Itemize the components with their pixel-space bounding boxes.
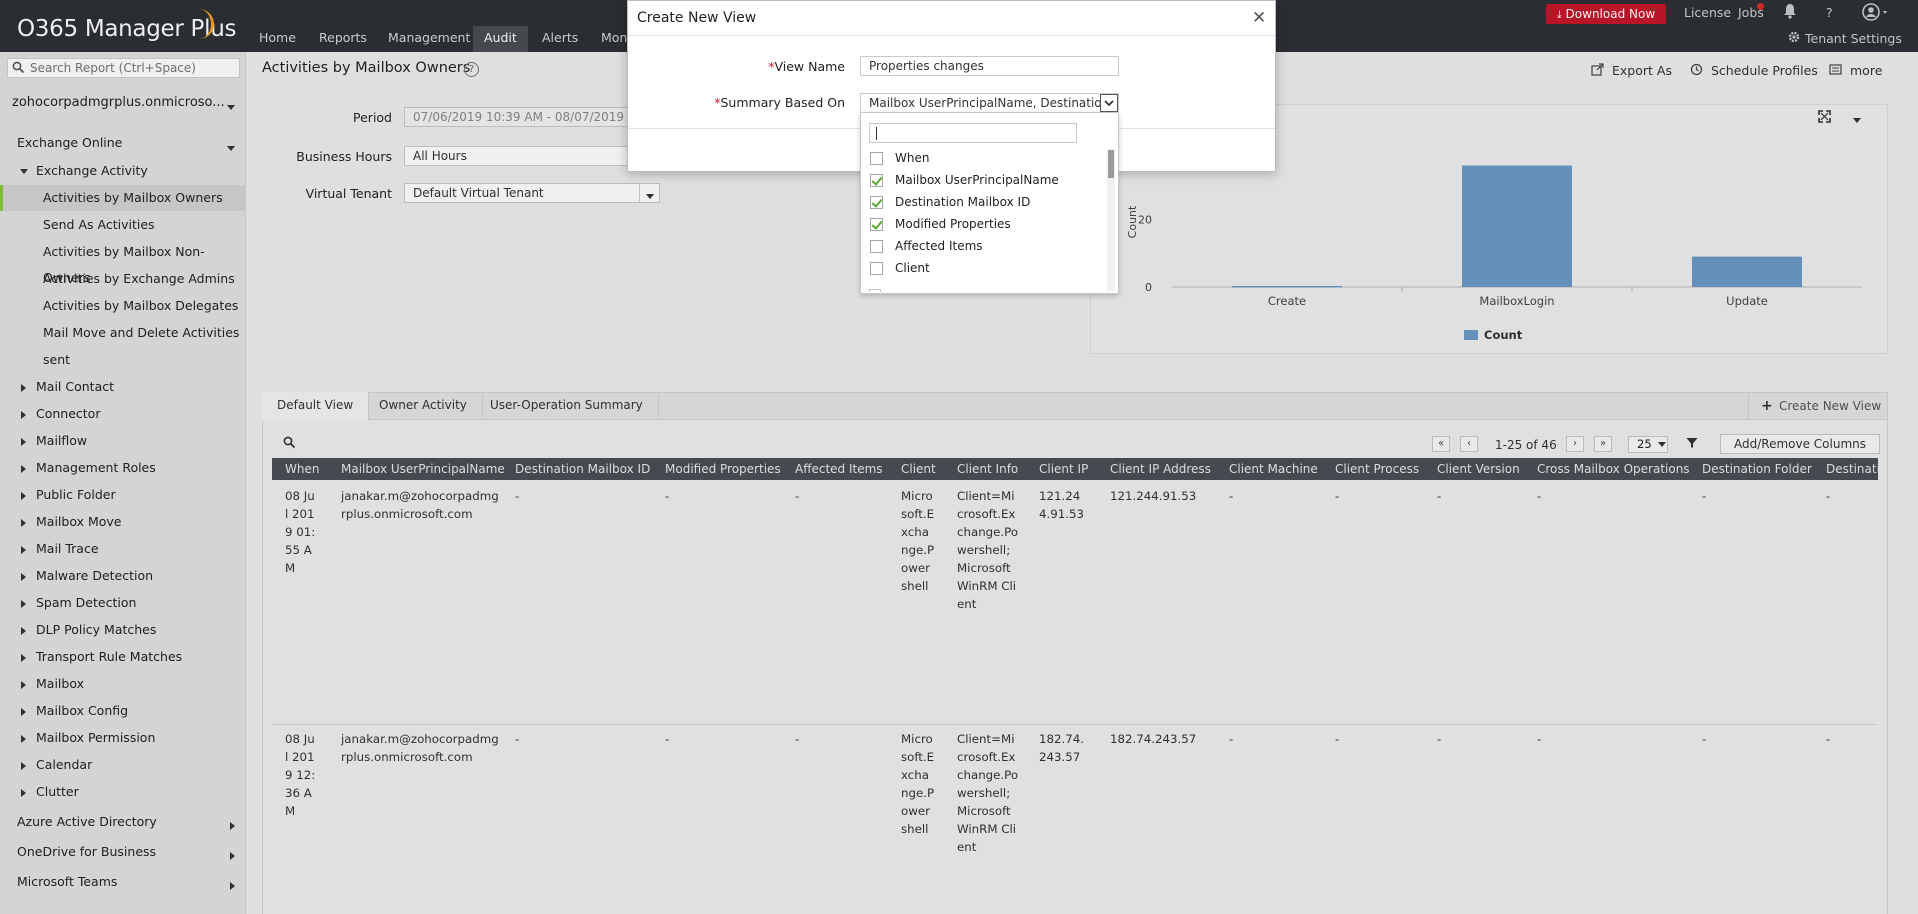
- chevron-down-icon[interactable]: [1100, 94, 1118, 112]
- view-name-label-wrap: *View Name: [700, 59, 845, 74]
- option-checkbox[interactable]: [870, 240, 883, 253]
- option-checkbox[interactable]: [870, 218, 883, 231]
- options-search-input[interactable]: [869, 123, 1077, 143]
- option-label[interactable]: Modified Properties: [895, 217, 1011, 231]
- option-checkbox[interactable]: [870, 262, 883, 275]
- view-name-input[interactable]: Properties changes: [860, 56, 1119, 76]
- text-caret: [876, 127, 877, 140]
- summary-based-on-value: Mailbox UserPrincipalName, Destination M: [869, 96, 1119, 110]
- option-label[interactable]: Mailbox UserPrincipalName: [895, 173, 1059, 187]
- option-label[interactable]: When: [895, 151, 929, 165]
- options-scroll-thumb[interactable]: [1108, 150, 1114, 178]
- dialog-title: Create New View: [637, 10, 757, 26]
- option-label[interactable]: Destination Mailbox ID: [895, 195, 1030, 209]
- option-checkbox[interactable]: [870, 174, 883, 187]
- option-checkbox[interactable]: [870, 152, 883, 165]
- option-label[interactable]: Client: [895, 261, 930, 275]
- option-checkbox[interactable]: [870, 196, 883, 209]
- summary-based-on-label: Summary Based On: [720, 95, 846, 110]
- option-label[interactable]: Affected Items: [895, 239, 983, 253]
- view-name-label: View Name: [774, 59, 845, 74]
- partial-checkbox: [869, 289, 881, 292]
- summary-based-on-select[interactable]: Mailbox UserPrincipalName, Destination M: [860, 93, 1119, 113]
- close-icon[interactable]: ✕: [1252, 8, 1266, 28]
- summary-label-wrap: *Summary Based On: [700, 95, 845, 110]
